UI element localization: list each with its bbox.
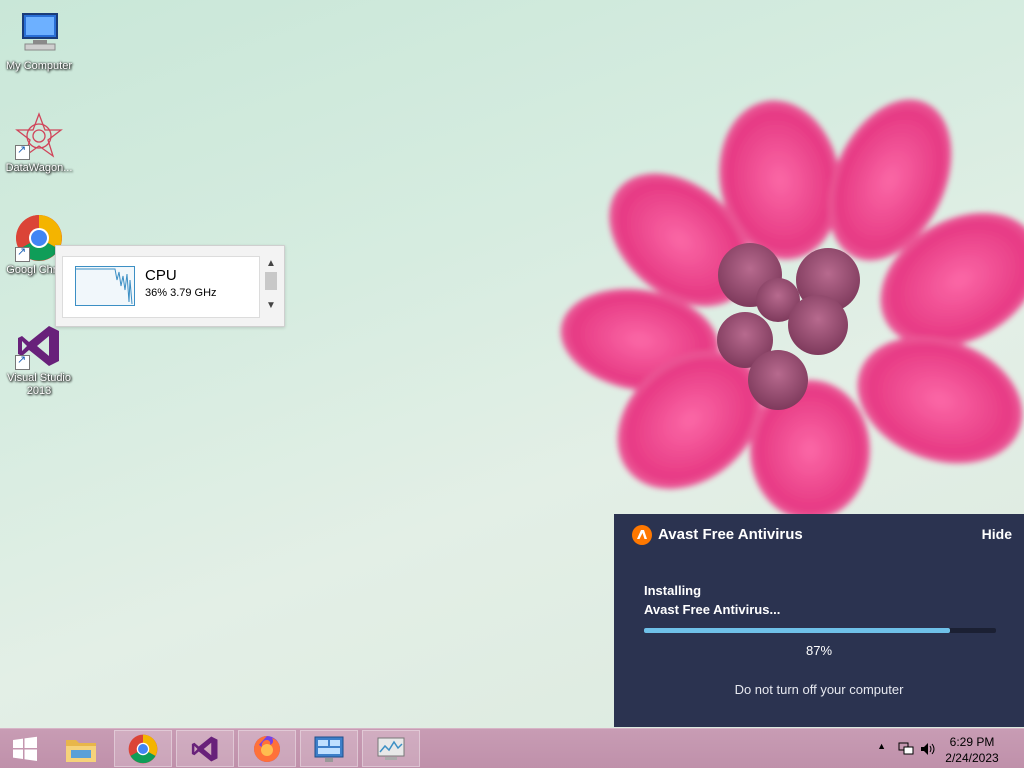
shortcut-arrow-icon xyxy=(15,143,30,160)
install-progress-label: 87% xyxy=(805,643,833,658)
taskbar-visual-studio[interactable] xyxy=(176,730,234,767)
desktop: My Computer DataWagon... xyxy=(0,0,1024,768)
clock-time: 6:29 PM xyxy=(949,735,995,749)
clock[interactable]: 6:29 PM 2/24/2023 xyxy=(942,734,1002,766)
avast-title: Avast Free Antivirus xyxy=(658,526,803,543)
computer-icon xyxy=(15,10,63,58)
scroll-down-icon[interactable]: ▼ xyxy=(264,300,278,312)
firefox-icon xyxy=(254,735,280,762)
desktop-icon-visual-studio[interactable]: Visual Studio 2013 xyxy=(0,322,78,398)
install-progress-bar xyxy=(644,628,996,633)
shortcut-arrow-icon xyxy=(15,245,30,262)
wallpaper-flower xyxy=(560,99,1024,520)
cpu-tile[interactable]: CPU 36% 3.79 GHz xyxy=(62,256,260,318)
desktop-icon-label: DataWagon... xyxy=(5,162,73,174)
visual-studio-icon xyxy=(191,736,218,761)
start-button[interactable] xyxy=(0,730,50,767)
install-progress-fill xyxy=(644,628,951,633)
cpu-title: CPU xyxy=(145,267,177,284)
datawagon-icon xyxy=(15,112,63,160)
clock-date: 2/24/2023 xyxy=(945,751,999,765)
taskbar-file-explorer[interactable] xyxy=(52,730,110,767)
file-explorer-icon xyxy=(66,739,96,762)
scroll-up-icon[interactable]: ▲ xyxy=(264,258,278,270)
show-hidden-icons-chevron-icon[interactable]: ▲ xyxy=(877,741,886,751)
widget-scrollbar[interactable]: ▲ ▼ xyxy=(264,258,278,316)
taskbar-chrome[interactable] xyxy=(114,730,172,767)
hide-button[interactable]: Hide xyxy=(982,526,1012,542)
control-panel-icon xyxy=(314,736,344,762)
taskbar-firefox[interactable] xyxy=(238,730,296,767)
desktop-icon-datawagon[interactable]: DataWagon... xyxy=(0,112,78,175)
shortcut-arrow-icon xyxy=(15,353,30,370)
taskbar: ▲ 6:29 PM 2/24/2023 xyxy=(0,728,1024,768)
install-status-line2: Avast Free Antivirus... xyxy=(644,602,781,617)
windows-start-icon xyxy=(13,736,37,761)
desktop-icon-label: My Computer xyxy=(5,60,73,72)
chrome-icon xyxy=(128,734,158,763)
scroll-thumb[interactable] xyxy=(265,272,277,290)
desktop-icon-label: Visual Studio 2013 xyxy=(6,372,71,397)
network-icon[interactable] xyxy=(898,742,914,756)
taskbar-task-manager[interactable] xyxy=(362,730,420,767)
install-status: Installing Avast Free Antivirus... xyxy=(644,581,780,619)
cpu-usage-graph xyxy=(75,266,135,306)
cpu-usage-value: 36% 3.79 GHz xyxy=(145,287,217,299)
install-warning-note: Do not turn off your computer xyxy=(734,682,904,697)
volume-icon[interactable] xyxy=(920,742,938,756)
visual-studio-icon xyxy=(15,322,63,370)
avast-logo-icon xyxy=(632,525,652,545)
install-status-line1: Installing xyxy=(644,583,702,598)
desktop-icon-my-computer[interactable]: My Computer xyxy=(0,10,78,73)
avast-install-notification: Avast Free Antivirus Hide Installing Ava… xyxy=(614,514,1024,727)
taskbar-control-panel[interactable] xyxy=(300,730,358,767)
cpu-performance-widget[interactable]: CPU 36% 3.79 GHz ▲ ▼ xyxy=(55,245,285,327)
task-manager-icon xyxy=(377,737,405,760)
